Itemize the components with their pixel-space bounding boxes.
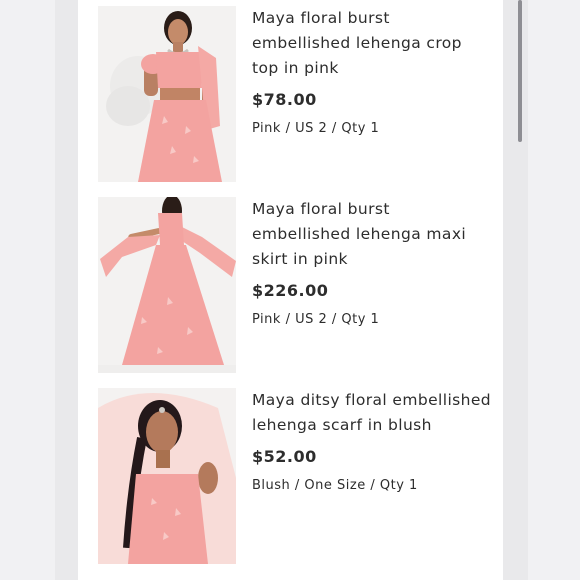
item-price: $78.00 (252, 90, 317, 109)
product-image-maxi-skirt[interactable] (98, 197, 236, 373)
scrollbar-thumb[interactable] (518, 0, 522, 142)
scrollbar[interactable] (516, 0, 524, 580)
product-photo-crop-top-icon (98, 6, 236, 182)
order-items-card: Maya floral burst embellished lehenga cr… (78, 0, 503, 580)
item-title[interactable]: Maya floral burst embellished lehenga cr… (252, 6, 492, 81)
product-photo-maxi-skirt-icon (98, 197, 236, 373)
item-price: $52.00 (252, 447, 317, 466)
order-item[interactable]: Maya floral burst embellished lehenga cr… (98, 6, 498, 182)
order-item[interactable]: Maya ditsy floral embellished lehenga sc… (98, 388, 498, 564)
item-price: $226.00 (252, 281, 329, 300)
item-variant: Pink / US 2 / Qty 1 (252, 312, 380, 327)
item-details: Maya floral burst embellished lehenga cr… (252, 6, 492, 136)
app-screen: Maya floral burst embellished lehenga cr… (0, 0, 580, 580)
product-image-crop-top[interactable] (98, 6, 236, 182)
item-details: Maya ditsy floral embellished lehenga sc… (252, 388, 492, 493)
item-title[interactable]: Maya ditsy floral embellished lehenga sc… (252, 388, 492, 438)
item-variant: Blush / One Size / Qty 1 (252, 478, 418, 493)
product-image-scarf[interactable] (98, 388, 236, 564)
item-variant: Pink / US 2 / Qty 1 (252, 121, 380, 136)
product-photo-scarf-icon (98, 388, 236, 564)
background-right-panel (528, 0, 580, 580)
background-left-panel (0, 0, 55, 580)
item-title[interactable]: Maya floral burst embellished lehenga ma… (252, 197, 492, 272)
item-details: Maya floral burst embellished lehenga ma… (252, 197, 492, 327)
order-item[interactable]: Maya floral burst embellished lehenga ma… (98, 197, 498, 373)
